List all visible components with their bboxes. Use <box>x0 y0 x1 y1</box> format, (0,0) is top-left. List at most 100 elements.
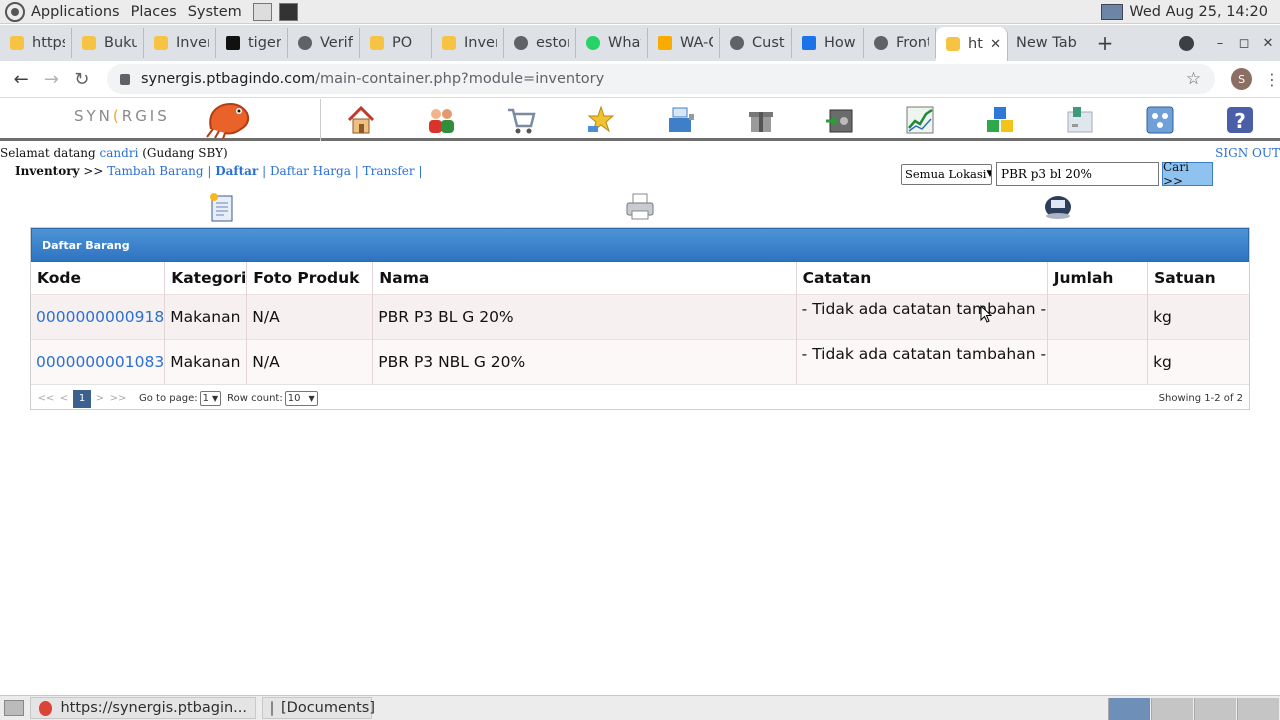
browser-tab[interactable]: Buku <box>72 28 144 58</box>
kode-link[interactable]: 0000000001083 <box>36 353 164 371</box>
chart-icon[interactable] <box>880 99 960 141</box>
taskbar-chrome-window[interactable]: https://synergis.ptbagin... <box>30 697 256 719</box>
col-kode[interactable]: Kode <box>31 262 166 294</box>
address-bar[interactable]: synergis.ptbagindo.com/main-container.ph… <box>106 64 1216 94</box>
location-select[interactable]: Semua Lokasi▼ <box>901 163 992 185</box>
row-count-select[interactable]: 10 ▼ <box>284 391 318 406</box>
table-row[interactable]: 0000000000918 Makanan N/A PBR P3 BL G 20… <box>31 293 1249 339</box>
whatsapp-icon <box>586 36 600 50</box>
network-icon[interactable] <box>1101 4 1124 20</box>
forward-arrow-icon[interactable]: → <box>36 69 66 90</box>
profile-avatar[interactable]: S <box>1231 68 1253 90</box>
boxes-icon[interactable] <box>960 99 1040 141</box>
maximize-icon[interactable]: ◻ <box>1232 36 1256 51</box>
help-icon[interactable]: ? <box>1200 99 1280 141</box>
applications-menu[interactable]: Applications <box>31 4 120 20</box>
browser-menu-icon[interactable]: ⋮ <box>1264 70 1280 89</box>
terminal-launcher-icon[interactable] <box>278 2 298 21</box>
new-document-icon[interactable] <box>206 191 238 223</box>
tab-active[interactable]: ht ✕ <box>936 27 1008 61</box>
back-arrow-icon[interactable]: ← <box>6 69 36 90</box>
browser-tab[interactable]: PO <box>360 28 432 58</box>
page-icon <box>370 36 384 50</box>
transfer-link[interactable]: Transfer <box>363 164 415 178</box>
kode-link[interactable]: 0000000000918 <box>36 308 164 326</box>
network-settings-icon[interactable] <box>1120 99 1200 141</box>
label-printer-icon[interactable] <box>1042 191 1074 223</box>
sign-out-link[interactable]: SIGN OUT <box>1215 146 1280 160</box>
search-input[interactable]: PBR p3 bl 20% <box>996 162 1159 186</box>
col-satuan[interactable]: Satuan <box>1147 262 1249 294</box>
last-page-button[interactable]: >> <box>109 390 127 408</box>
close-window-icon[interactable]: ✕ <box>1256 36 1280 51</box>
lock-icon[interactable] <box>119 73 130 85</box>
workspace-1[interactable] <box>1108 698 1150 720</box>
tab-title: ht <box>968 36 983 52</box>
home-icon[interactable] <box>321 99 401 141</box>
browser-tab[interactable]: What <box>576 28 648 58</box>
globe-icon <box>514 36 528 50</box>
bookmark-star-icon[interactable]: ☆ <box>1186 69 1201 89</box>
places-menu[interactable]: Places <box>131 4 177 20</box>
page-icon <box>154 36 168 50</box>
show-desktop-icon[interactable] <box>4 700 24 716</box>
gift-icon[interactable] <box>721 99 801 141</box>
synergis-logo[interactable]: SYN(RGIS <box>74 107 170 125</box>
workspace-2[interactable] <box>1151 698 1193 720</box>
browser-tab[interactable]: Verifi <box>288 28 360 58</box>
col-foto-produk[interactable]: Foto Produk <box>246 262 374 294</box>
daftar-harga-link[interactable]: Daftar Harga <box>270 164 351 178</box>
browser-toolbar: ← → ↻ synergis.ptbagindo.com/main-contai… <box>0 61 1280 98</box>
pager: << < 1 > >> Go to page: 1 ▼ Row count: 10… <box>31 384 1249 412</box>
system-menu[interactable]: System <box>188 4 242 20</box>
browser-tab[interactable]: https <box>0 28 72 58</box>
clock[interactable]: Wed Aug 25, 14:20 <box>1129 4 1268 20</box>
user-link[interactable]: candri <box>100 146 139 160</box>
new-tab-plus-icon[interactable]: + <box>1090 28 1120 58</box>
close-tab-icon[interactable]: ✕ <box>990 37 1001 52</box>
browser-tab[interactable]: Inver <box>432 28 504 58</box>
cash-register-icon[interactable] <box>641 99 721 141</box>
doc-icon <box>658 36 672 50</box>
printer-icon[interactable] <box>624 191 656 223</box>
current-page-button[interactable]: 1 <box>73 389 91 408</box>
nama-cell: PBR P3 BL G 20% <box>372 293 797 339</box>
browser-tab[interactable]: estor <box>504 28 576 58</box>
col-catatan[interactable]: Catatan <box>796 262 1048 294</box>
col-kategori[interactable]: Kategori <box>164 262 248 294</box>
reload-icon[interactable]: ↻ <box>67 69 97 90</box>
welcome-prefix: Selamat datang <box>0 146 96 160</box>
col-nama[interactable]: Nama <box>372 262 797 294</box>
browser-tab[interactable]: New Tab <box>1008 28 1090 58</box>
browser-tab[interactable]: WA-C <box>648 28 720 58</box>
page-icon <box>82 36 96 50</box>
safe-box-icon[interactable] <box>801 99 881 141</box>
star-hand-icon[interactable] <box>561 99 641 141</box>
catatan-cell: - Tidak ada catatan tambahan - <box>796 293 1048 339</box>
browser-tab[interactable]: How <box>792 28 864 58</box>
welcome-line: Selamat datang candri (Gudang SBY) <box>0 146 228 160</box>
tambah-barang-link[interactable]: Tambah Barang <box>107 164 203 178</box>
daftar-link[interactable]: Daftar <box>215 164 258 178</box>
shopping-cart-icon[interactable] <box>481 99 561 141</box>
browser-tab[interactable]: Front <box>864 28 936 58</box>
workspace-3[interactable] <box>1194 698 1236 720</box>
text-editor-launcher-icon[interactable] <box>252 2 272 21</box>
database-icon[interactable] <box>1040 99 1120 141</box>
browser-tab[interactable]: Custo <box>720 28 792 58</box>
users-icon[interactable] <box>401 99 481 141</box>
workspace-4[interactable] <box>1237 698 1279 720</box>
table-row[interactable]: 0000000001083 Makanan N/A PBR P3 NBL G 2… <box>31 338 1249 384</box>
col-jumlah[interactable]: Jumlah <box>1047 262 1149 294</box>
goto-page-select[interactable]: 1 ▼ <box>199 391 222 406</box>
browser-tab[interactable]: Inver <box>144 28 216 58</box>
minimize-icon[interactable]: – <box>1208 36 1232 51</box>
tab-search-icon[interactable] <box>1179 36 1194 51</box>
taskbar-documents-window[interactable]: [Documents] <box>262 697 375 719</box>
prev-page-button[interactable]: < <box>55 390 73 408</box>
distro-logo-icon[interactable] <box>5 1 25 22</box>
next-page-button[interactable]: > <box>91 390 109 408</box>
search-button[interactable]: Cari >> <box>1162 160 1213 188</box>
first-page-button[interactable]: << <box>37 390 55 408</box>
browser-tab[interactable]: tiger <box>216 28 288 58</box>
